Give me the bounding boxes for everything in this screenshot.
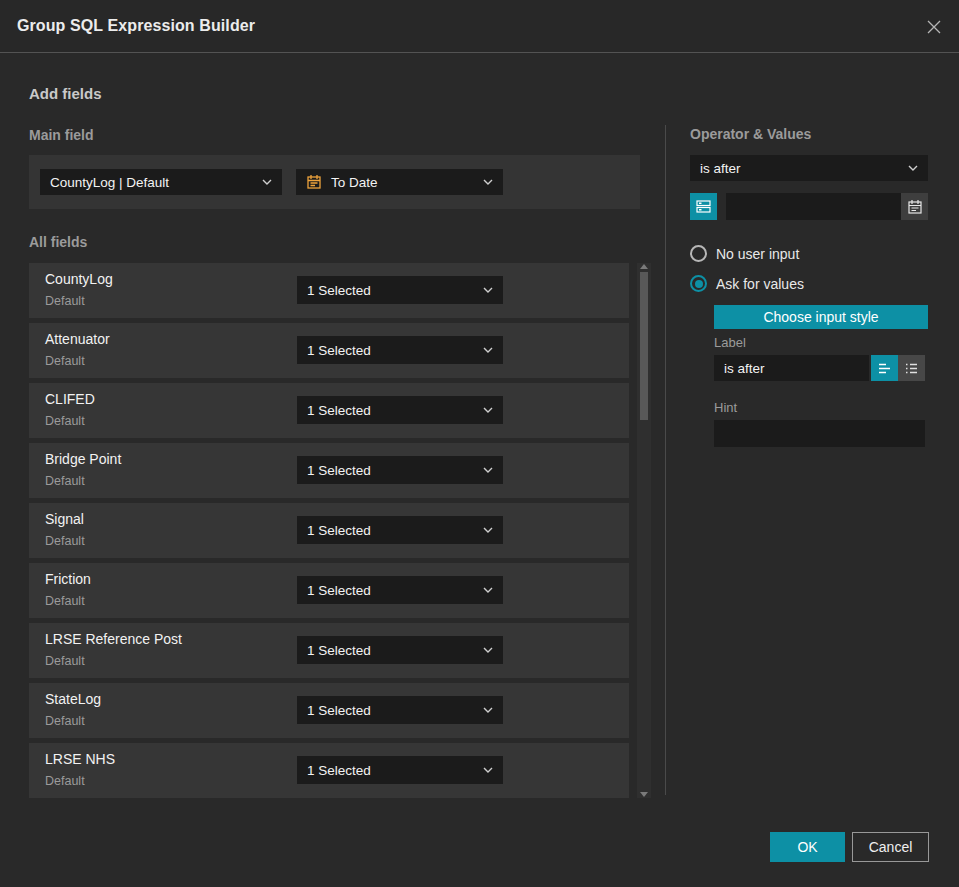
field-select[interactable]: 1 Selected bbox=[297, 276, 503, 304]
field-subtitle: Default bbox=[45, 594, 85, 608]
field-name: CLIFED bbox=[45, 391, 95, 407]
main-field-date-value: To Date bbox=[331, 175, 378, 190]
field-row: LRSE NHS Default 1 Selected bbox=[29, 743, 629, 798]
scrollbar-thumb[interactable] bbox=[640, 272, 648, 420]
field-name: LRSE Reference Post bbox=[45, 631, 182, 647]
radio-no-user-input[interactable]: No user input bbox=[690, 245, 799, 262]
field-subtitle: Default bbox=[45, 294, 85, 308]
field-row: CLIFED Default 1 Selected bbox=[29, 383, 629, 438]
field-name: LRSE NHS bbox=[45, 751, 115, 767]
field-subtitle: Default bbox=[45, 474, 85, 488]
field-select[interactable]: 1 Selected bbox=[297, 516, 503, 544]
label-caption: Label bbox=[714, 335, 746, 350]
chevron-down-icon bbox=[483, 707, 493, 713]
field-subtitle: Default bbox=[45, 654, 85, 668]
field-row: CountyLog Default 1 Selected bbox=[29, 263, 629, 318]
chevron-down-icon bbox=[483, 407, 493, 413]
radio-ask-for-values[interactable]: Ask for values bbox=[690, 275, 804, 292]
calendar-icon bbox=[306, 174, 322, 190]
add-fields-heading: Add fields bbox=[29, 85, 102, 102]
chevron-down-icon bbox=[483, 179, 493, 185]
chevron-down-icon bbox=[908, 165, 918, 171]
chevron-down-icon bbox=[483, 587, 493, 593]
all-fields-label: All fields bbox=[29, 234, 87, 250]
chevron-down-icon bbox=[483, 527, 493, 533]
chevron-down-icon bbox=[483, 647, 493, 653]
field-subtitle: Default bbox=[45, 534, 85, 548]
main-field-select-value: CountyLog | Default bbox=[50, 175, 169, 190]
field-row: Signal Default 1 Selected bbox=[29, 503, 629, 558]
main-field-label: Main field bbox=[29, 127, 94, 143]
value-input[interactable] bbox=[726, 193, 901, 220]
scrollbar[interactable] bbox=[637, 263, 651, 798]
close-icon[interactable] bbox=[924, 17, 944, 37]
radio-label: No user input bbox=[716, 246, 799, 262]
field-subtitle: Default bbox=[45, 774, 85, 788]
field-subtitle: Default bbox=[45, 354, 85, 368]
field-select[interactable]: 1 Selected bbox=[297, 576, 503, 604]
vertical-divider bbox=[665, 125, 666, 795]
main-field-row: CountyLog | Default To Date bbox=[29, 155, 640, 209]
field-name: StateLog bbox=[45, 691, 101, 707]
scrollbar-down-arrow[interactable] bbox=[640, 792, 648, 797]
chevron-down-icon bbox=[483, 347, 493, 353]
field-row: LRSE Reference Post Default 1 Selected bbox=[29, 623, 629, 678]
field-subtitle: Default bbox=[45, 714, 85, 728]
operator-values-heading: Operator & Values bbox=[690, 126, 811, 142]
chevron-down-icon bbox=[483, 467, 493, 473]
align-left-icon-button[interactable] bbox=[871, 355, 898, 381]
hint-caption: Hint bbox=[714, 400, 737, 415]
field-select-value: 1 Selected bbox=[307, 283, 371, 298]
all-fields-list: CountyLog Default 1 Selected Attenuator … bbox=[29, 263, 629, 803]
cancel-button[interactable]: Cancel bbox=[852, 832, 929, 862]
field-subtitle: Default bbox=[45, 414, 85, 428]
input-style-icon-button[interactable] bbox=[690, 193, 717, 220]
scrollbar-up-arrow[interactable] bbox=[640, 264, 648, 269]
field-select-value: 1 Selected bbox=[307, 403, 371, 418]
radio-circle-selected[interactable] bbox=[690, 275, 707, 292]
operator-select[interactable]: is after bbox=[690, 155, 928, 181]
dialog-titlebar: Group SQL Expression Builder bbox=[0, 0, 959, 53]
field-row: StateLog Default 1 Selected bbox=[29, 683, 629, 738]
field-select[interactable]: 1 Selected bbox=[297, 696, 503, 724]
chevron-down-icon bbox=[483, 767, 493, 773]
operator-select-value: is after bbox=[700, 161, 741, 176]
field-name: Friction bbox=[45, 571, 91, 587]
label-style-toggle bbox=[871, 355, 925, 381]
field-select-value: 1 Selected bbox=[307, 523, 371, 538]
dialog-title: Group SQL Expression Builder bbox=[17, 17, 255, 35]
list-icon-button[interactable] bbox=[898, 355, 925, 381]
field-select[interactable]: 1 Selected bbox=[297, 756, 503, 784]
field-select[interactable]: 1 Selected bbox=[297, 396, 503, 424]
field-select[interactable]: 1 Selected bbox=[297, 336, 503, 364]
field-name: Signal bbox=[45, 511, 84, 527]
ok-button[interactable]: OK bbox=[770, 832, 845, 862]
field-select-value: 1 Selected bbox=[307, 463, 371, 478]
chevron-down-icon bbox=[262, 179, 272, 185]
field-name: Bridge Point bbox=[45, 451, 121, 467]
choose-input-style-button[interactable]: Choose input style bbox=[714, 305, 928, 329]
field-name: CountyLog bbox=[45, 271, 113, 287]
field-select-value: 1 Selected bbox=[307, 343, 371, 358]
field-row: Bridge Point Default 1 Selected bbox=[29, 443, 629, 498]
field-name: Attenuator bbox=[45, 331, 110, 347]
main-field-select[interactable]: CountyLog | Default bbox=[40, 169, 282, 195]
chevron-down-icon bbox=[483, 287, 493, 293]
main-field-date-select[interactable]: To Date bbox=[296, 169, 503, 195]
calendar-button[interactable] bbox=[901, 193, 928, 220]
field-select-value: 1 Selected bbox=[307, 703, 371, 718]
radio-label: Ask for values bbox=[716, 276, 804, 292]
field-select-value: 1 Selected bbox=[307, 763, 371, 778]
field-select-value: 1 Selected bbox=[307, 583, 371, 598]
field-row: Attenuator Default 1 Selected bbox=[29, 323, 629, 378]
radio-circle[interactable] bbox=[690, 245, 707, 262]
field-select[interactable]: 1 Selected bbox=[297, 636, 503, 664]
field-select-value: 1 Selected bbox=[307, 643, 371, 658]
field-row: Friction Default 1 Selected bbox=[29, 563, 629, 618]
label-input[interactable] bbox=[714, 355, 869, 381]
hint-input[interactable] bbox=[714, 420, 925, 447]
field-select[interactable]: 1 Selected bbox=[297, 456, 503, 484]
